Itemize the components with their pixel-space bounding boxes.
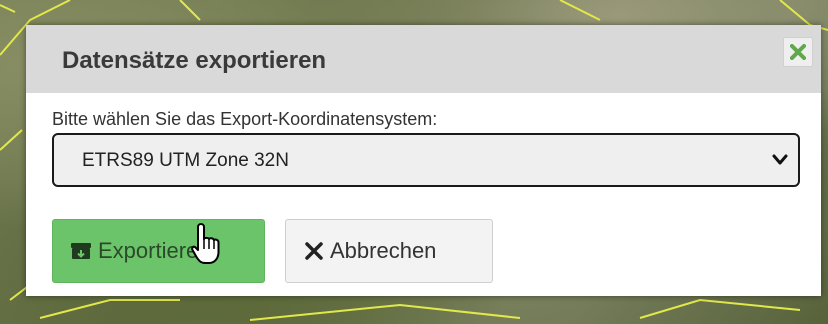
- chevron-down-icon: [772, 154, 788, 165]
- dialog-header: Datensätze exportieren: [26, 25, 821, 93]
- coordinate-system-select[interactable]: ETRS89 UTM Zone 32N: [52, 133, 800, 187]
- cancel-button[interactable]: Abbrechen: [285, 219, 493, 283]
- x-icon: [304, 241, 324, 261]
- dialog-body: Bitte wählen Sie das Export-Koordinatens…: [26, 93, 821, 296]
- export-button-label: Exportieren: [98, 238, 211, 263]
- cancel-button-label: Abbrechen: [330, 238, 437, 263]
- export-box-icon: [70, 242, 92, 260]
- export-dialog: Datensätze exportieren Bitte wählen Sie …: [26, 25, 821, 296]
- close-button[interactable]: [783, 37, 813, 67]
- close-x-icon: [790, 44, 806, 60]
- coordinate-system-label: Bitte wählen Sie das Export-Koordinatens…: [52, 109, 438, 129]
- coordinate-system-selected-value: ETRS89 UTM Zone 32N: [82, 150, 289, 171]
- dialog-title: Datensätze exportieren: [62, 47, 327, 74]
- export-button[interactable]: Exportieren: [52, 219, 265, 283]
